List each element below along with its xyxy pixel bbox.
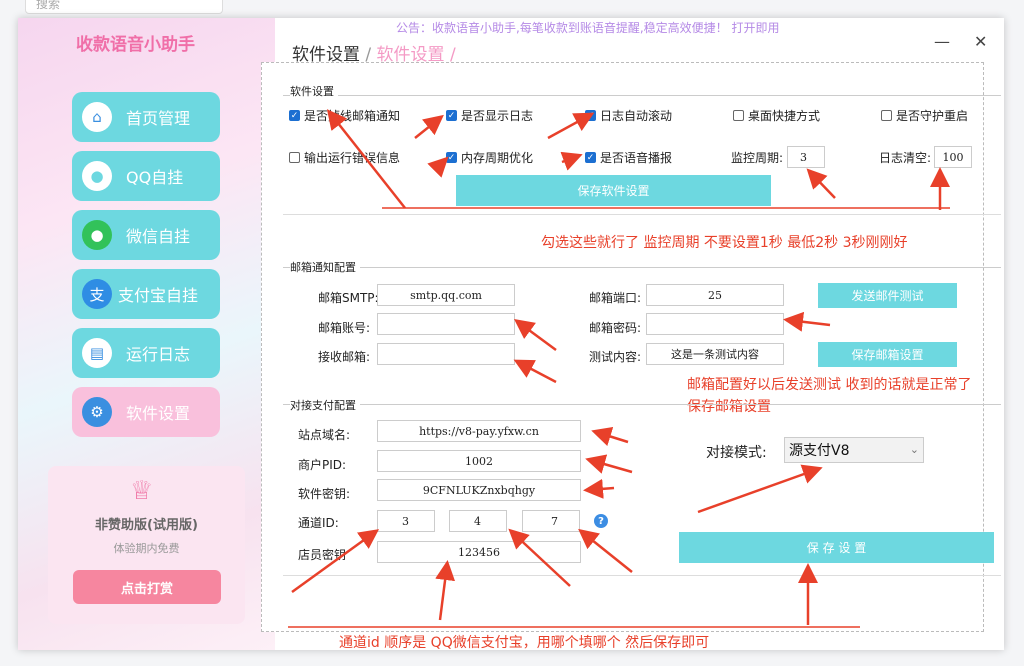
software-key-input[interactable]: 9CFNLUKZnxbqhgy <box>377 479 581 501</box>
sidebar-item-settings[interactable]: ⚙ 软件设置 <box>72 387 220 437</box>
background-search-input[interactable]: 搜索 <box>25 0 223 14</box>
mail-account-label: 邮箱账号: <box>318 321 371 335</box>
mode-select[interactable]: 源支付V8 ⌄ <box>784 437 924 463</box>
alipay-icon: 支 <box>82 279 112 309</box>
checkbox-output-errors[interactable]: 输出运行错误信息 <box>289 149 400 166</box>
minimize-icon[interactable]: — <box>934 32 950 51</box>
test-content-input[interactable]: 这是一条测试内容 <box>646 343 784 365</box>
pay-settings-title: 对接支付配置 <box>290 397 360 413</box>
receive-mail-label: 接收邮箱: <box>318 350 371 364</box>
checkbox-label: 是否守护重启 <box>896 109 969 123</box>
test-content-label: 测试内容: <box>589 350 642 364</box>
annotation-note-3: 通道id 顺序是 QQ微信支付宝，用哪个填哪个 然后保存即可 <box>339 635 710 651</box>
sidebar-item-alipay[interactable]: 支 支付宝自挂 <box>72 269 220 319</box>
site-domain-input[interactable]: https://v8-pay.yfxw.cn <box>377 420 581 442</box>
checkbox-label: 输出运行错误信息 <box>304 151 401 165</box>
log-clear-label: 日志清空: <box>879 151 932 165</box>
channel-id-wechat-input[interactable]: 4 <box>449 510 507 532</box>
version-card: ♕ 非赞助版(试用版) 体验期内免费 点击打赏 <box>48 466 245 624</box>
mail-settings-title: 邮箱通知配置 <box>290 259 360 275</box>
sidebar-item-wechat[interactable]: ● 微信自挂 <box>72 210 220 260</box>
site-domain-label: 站点域名: <box>298 428 351 442</box>
checkbox-label: 是否语音播报 <box>600 151 673 165</box>
checkbox-offline-mail[interactable]: ✓ 是否掉线邮箱通知 <box>289 107 400 124</box>
trial-label: 体验期内免费 <box>113 542 180 555</box>
checkbox-memory-optimize[interactable]: ✓ 内存周期优化 <box>446 149 533 166</box>
mode-select-value: 源支付V8 <box>789 443 850 459</box>
clerk-key-input[interactable]: 123456 <box>377 541 581 563</box>
mode-label: 对接模式: <box>706 445 767 461</box>
save-software-settings-button[interactable]: 保存软件设置 <box>456 175 771 206</box>
checkbox-show-log[interactable]: ✓ 是否显示日志 <box>446 107 533 124</box>
port-input[interactable]: 25 <box>646 284 784 306</box>
software-key-label: 软件密钥: <box>298 487 351 501</box>
close-icon[interactable]: ✕ <box>974 32 987 51</box>
checkbox-label: 是否显示日志 <box>461 109 534 123</box>
crown-icon: ♕ <box>130 476 154 506</box>
sidebar-item-home[interactable]: ⌂ 首页管理 <box>72 92 220 142</box>
smtp-label: 邮箱SMTP: <box>318 291 379 305</box>
checkbox-desktop-shortcut[interactable]: 桌面快捷方式 <box>733 107 820 124</box>
merchant-pid-label: 商户PID: <box>298 458 347 472</box>
checkbox-icon: ✓ <box>446 152 457 163</box>
sidebar-item-label: 首页管理 <box>126 109 191 128</box>
mail-password-input[interactable] <box>646 313 784 335</box>
checkbox-label: 内存周期优化 <box>461 151 534 165</box>
gear-icon: ⚙ <box>82 397 112 427</box>
log-clear-input[interactable]: 100 <box>934 146 972 168</box>
checkbox-voice-broadcast[interactable]: ✓ 是否语音播报 <box>585 149 672 166</box>
merchant-pid-input[interactable]: 1002 <box>377 450 581 472</box>
sidebar-item-qq[interactable]: ● QQ自挂 <box>72 151 220 201</box>
app-title: 收款语音小助手 <box>76 35 195 55</box>
checkbox-icon <box>733 110 744 121</box>
home-icon: ⌂ <box>82 102 112 132</box>
checkbox-label: 是否掉线邮箱通知 <box>304 109 401 123</box>
receive-mail-input[interactable] <box>377 343 515 365</box>
send-test-mail-button[interactable]: 发送邮件测试 <box>818 283 957 308</box>
save-mail-settings-button[interactable]: 保存邮箱设置 <box>818 342 957 367</box>
checkbox-icon: ✓ <box>585 110 596 121</box>
checkbox-auto-scroll[interactable]: ✓ 日志自动滚动 <box>585 107 672 124</box>
sidebar: 收款语音小助手 ⌂ 首页管理 ● QQ自挂 ● 微信自挂 支 支付宝自挂 ▤ 运… <box>18 18 275 650</box>
checkbox-icon <box>881 110 892 121</box>
notice-banner: 公告：收款语音小助手,每笔收款到账语音提醒,稳定高效便捷！ 打开即用 <box>396 21 780 35</box>
mail-password-label: 邮箱密码: <box>589 321 642 335</box>
checkbox-label: 日志自动滚动 <box>600 109 673 123</box>
monitor-period-input[interactable]: 3 <box>787 146 825 168</box>
qq-icon: ● <box>82 161 112 191</box>
port-label: 邮箱端口: <box>589 291 642 305</box>
clipboard-icon: ▤ <box>82 338 112 368</box>
sidebar-item-log[interactable]: ▤ 运行日志 <box>72 328 220 378</box>
clerk-key-label: 店员密钥 <box>298 548 347 562</box>
help-icon[interactable]: ? <box>594 514 608 528</box>
reward-button[interactable]: 点击打赏 <box>73 570 221 604</box>
software-settings-title: 软件设置 <box>290 83 338 99</box>
annotation-note-1: 勾选这些就行了 监控周期 不要设置1秒 最低2秒 3秒刚刚好 <box>541 235 908 251</box>
channel-id-alipay-input[interactable]: 7 <box>522 510 580 532</box>
version-label: 非赞助版(试用版) <box>95 518 198 533</box>
wechat-icon: ● <box>82 220 112 250</box>
sidebar-item-label: 微信自挂 <box>126 227 191 246</box>
channel-id-qq-input[interactable]: 3 <box>377 510 435 532</box>
sidebar-item-label: 软件设置 <box>126 404 191 423</box>
monitor-period-label: 监控周期: <box>731 151 784 165</box>
chevron-down-icon: ⌄ <box>909 443 919 456</box>
mail-account-input[interactable] <box>377 313 515 335</box>
channel-id-label: 通道ID: <box>298 516 339 530</box>
checkbox-icon: ✓ <box>446 110 457 121</box>
save-pay-settings-button[interactable]: 保 存 设 置 <box>679 532 994 563</box>
checkbox-icon: ✓ <box>289 110 300 121</box>
checkbox-guard-restart[interactable]: 是否守护重启 <box>881 107 968 124</box>
sidebar-item-label: 支付宝自挂 <box>118 286 199 305</box>
sidebar-item-label: 运行日志 <box>126 345 191 364</box>
checkbox-icon: ✓ <box>585 152 596 163</box>
smtp-input[interactable]: smtp.qq.com <box>377 284 515 306</box>
checkbox-label: 桌面快捷方式 <box>748 109 821 123</box>
annotation-note-2-line1: 邮箱配置好以后发送测试 收到的话就是正常了 <box>687 377 972 393</box>
checkbox-icon <box>289 152 300 163</box>
sidebar-item-label: QQ自挂 <box>126 168 184 187</box>
